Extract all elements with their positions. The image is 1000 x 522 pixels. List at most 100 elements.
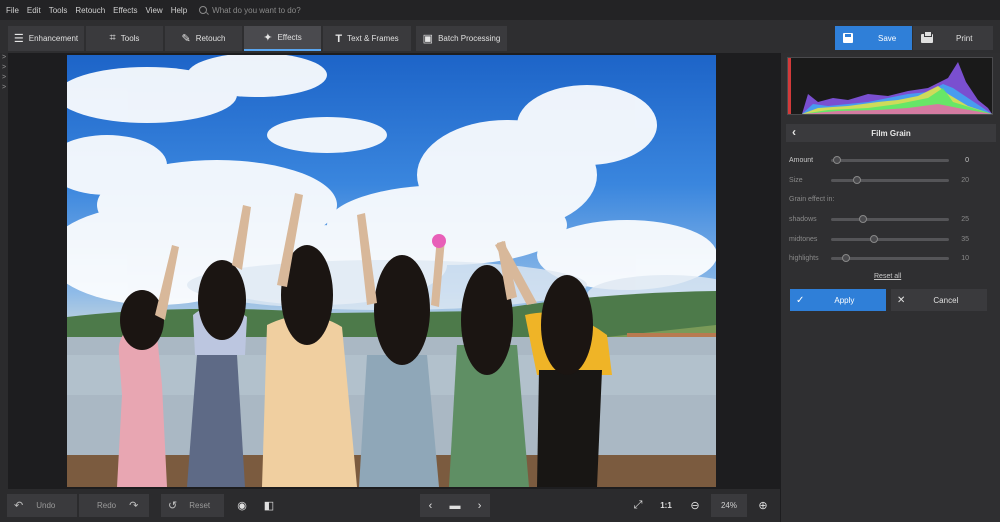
cancel-button[interactable]: ✕ Cancel bbox=[891, 289, 987, 311]
histogram-graph bbox=[788, 58, 992, 114]
zoom-in-button[interactable]: ⊕ bbox=[752, 494, 774, 517]
app-window: File Edit Tools Retouch Effects View Hel… bbox=[0, 0, 1000, 522]
undo-label: Undo bbox=[36, 501, 56, 510]
actual-size-label: 1:1 bbox=[660, 501, 672, 510]
magic-wand-icon: ✦ bbox=[263, 32, 273, 44]
highlights-track[interactable] bbox=[831, 253, 949, 262]
redo-button[interactable]: Redo ↷ bbox=[79, 494, 149, 517]
bottom-toolbar: ↶ Undo Redo ↷ ↺ Reset ◉ ◧ ‹ ▬ › ⤢ 1:1 ⊖ bbox=[0, 489, 780, 522]
tab-enhancement[interactable]: ☰ Enhancement bbox=[8, 26, 84, 51]
undo-button[interactable]: ↶ Undo bbox=[7, 494, 77, 517]
tab-retouch[interactable]: ✎ Retouch bbox=[165, 26, 242, 51]
tab-label: Tools bbox=[120, 34, 140, 43]
zoom-level-field[interactable]: 24% bbox=[711, 494, 747, 517]
folder-icon[interactable]: ▬ bbox=[450, 500, 461, 512]
midtones-slider[interactable]: midtones 35 bbox=[789, 232, 989, 246]
menu-file[interactable]: File bbox=[6, 6, 19, 15]
save-label: Save bbox=[878, 33, 897, 43]
close-icon: ✕ bbox=[897, 294, 906, 306]
menu-view[interactable]: View bbox=[145, 6, 162, 15]
size-slider[interactable]: Size 20 bbox=[789, 173, 989, 187]
reset-all-link[interactable]: Reset all bbox=[874, 273, 901, 280]
shadows-knob[interactable] bbox=[859, 214, 867, 223]
size-value: 20 bbox=[961, 176, 969, 184]
previous-image-icon[interactable]: ‹ bbox=[429, 500, 433, 512]
shadows-slider[interactable]: shadows 25 bbox=[789, 212, 989, 226]
shadows-value: 25 bbox=[961, 215, 969, 223]
fit-screen-icon: ⤢ bbox=[633, 499, 643, 511]
back-arrow-icon[interactable]: ‹ bbox=[792, 125, 796, 139]
menu-tools[interactable]: Tools bbox=[49, 6, 68, 15]
size-knob[interactable] bbox=[853, 175, 861, 184]
image-canvas[interactable] bbox=[8, 53, 780, 489]
tab-text-frames[interactable]: T Text & Frames bbox=[323, 26, 411, 51]
brush-icon: ✎ bbox=[181, 33, 191, 45]
checkmark-icon: ✓ bbox=[796, 294, 805, 306]
tab-label: Retouch bbox=[195, 34, 226, 43]
eye-icon: ◉ bbox=[237, 500, 247, 512]
printer-icon bbox=[921, 30, 933, 43]
expand-arrow-icon[interactable]: > bbox=[0, 53, 8, 63]
compare-button[interactable]: ◧ bbox=[258, 494, 280, 517]
search-icon bbox=[199, 6, 208, 14]
menu-edit[interactable]: Edit bbox=[27, 6, 41, 15]
expand-arrow-icon[interactable]: > bbox=[0, 73, 8, 83]
shadows-track[interactable] bbox=[831, 214, 949, 223]
menu-retouch[interactable]: Retouch bbox=[75, 6, 105, 15]
midtones-track[interactable] bbox=[831, 234, 949, 243]
save-button[interactable]: Save bbox=[835, 26, 912, 50]
tab-tools[interactable]: ⌗ Tools bbox=[86, 26, 163, 51]
zoom-out-button[interactable]: ⊖ bbox=[684, 494, 706, 517]
amount-knob[interactable] bbox=[833, 155, 841, 164]
amount-slider[interactable]: Amount 0 bbox=[789, 153, 989, 167]
highlights-slider[interactable]: highlights 10 bbox=[789, 251, 989, 265]
photo-illustration bbox=[67, 55, 716, 487]
save-icon bbox=[843, 33, 853, 43]
sliders-icon: ☰ bbox=[13, 33, 24, 45]
redo-label: Redo bbox=[97, 501, 117, 510]
amount-value: 0 bbox=[965, 156, 969, 164]
menu-effects[interactable]: Effects bbox=[113, 6, 137, 15]
zoom-out-icon: ⊖ bbox=[690, 500, 700, 512]
apply-button[interactable]: ✓ Apply bbox=[790, 289, 886, 311]
reset-label: Reset bbox=[189, 501, 211, 510]
midtones-knob[interactable] bbox=[870, 234, 878, 243]
effects-panel: ‹ Film Grain Amount 0 Size 20 Grain effe… bbox=[780, 53, 1000, 522]
main-toolbar: ☰ Enhancement ⌗ Tools ✎ Retouch ✦ Effect… bbox=[0, 20, 1000, 53]
highlights-knob[interactable] bbox=[842, 253, 850, 262]
zoom-level-value: 24% bbox=[720, 501, 737, 510]
print-label: Print bbox=[956, 33, 973, 43]
expand-arrow-icon[interactable]: > bbox=[0, 83, 8, 93]
midtones-label: midtones bbox=[789, 235, 818, 243]
zoom-in-icon: ⊕ bbox=[758, 500, 768, 512]
reset-icon: ↺ bbox=[168, 500, 178, 512]
reset-button[interactable]: ↺ Reset bbox=[161, 494, 224, 517]
undo-icon: ↶ bbox=[14, 500, 24, 512]
size-track[interactable] bbox=[831, 175, 949, 184]
histogram bbox=[787, 57, 993, 115]
highlights-label: highlights bbox=[789, 254, 819, 262]
tab-batch-processing[interactable]: ▣ Batch Processing bbox=[416, 26, 507, 51]
file-navigation: ‹ ▬ › bbox=[420, 494, 490, 517]
size-label: Size bbox=[789, 176, 803, 184]
fit-to-screen-button[interactable]: ⤢ bbox=[627, 494, 649, 517]
preview-eye-button[interactable]: ◉ bbox=[231, 494, 253, 517]
menu-help[interactable]: Help bbox=[171, 6, 187, 15]
shadows-label: shadows bbox=[789, 215, 817, 223]
amount-track[interactable] bbox=[831, 155, 949, 164]
cancel-label: Cancel bbox=[933, 295, 959, 305]
panel-title: Film Grain bbox=[871, 128, 911, 138]
menu-bar: File Edit Tools Retouch Effects View Hel… bbox=[0, 0, 1000, 20]
actual-size-button[interactable]: 1:1 bbox=[655, 494, 677, 517]
tab-label: Batch Processing bbox=[438, 34, 501, 43]
next-image-icon[interactable]: › bbox=[478, 500, 482, 512]
compare-icon: ◧ bbox=[263, 500, 275, 512]
search-input[interactable] bbox=[212, 5, 373, 15]
photo-preview[interactable] bbox=[67, 55, 716, 487]
images-icon: ▣ bbox=[422, 33, 434, 45]
command-search bbox=[199, 5, 373, 15]
expand-arrow-icon[interactable]: > bbox=[0, 63, 8, 73]
tab-label: Text & Frames bbox=[347, 34, 399, 43]
tab-effects[interactable]: ✦ Effects bbox=[244, 26, 321, 51]
print-button[interactable]: Print bbox=[913, 26, 993, 50]
